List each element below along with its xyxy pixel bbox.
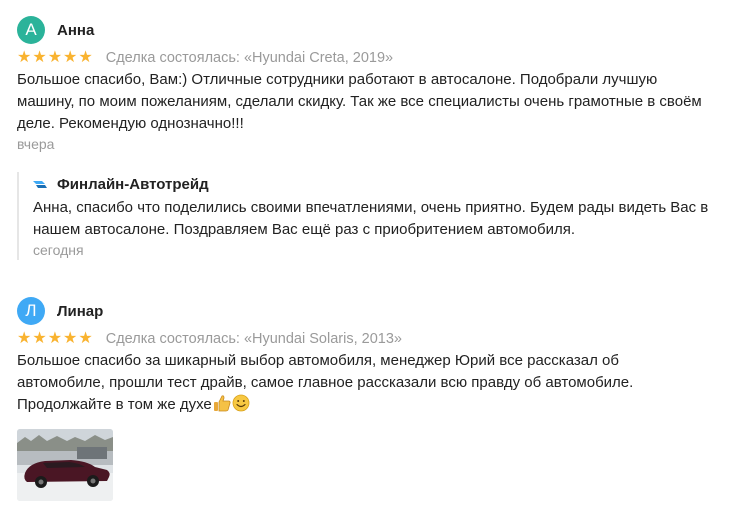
review-header: Л Линар xyxy=(17,297,729,325)
reply-header: Финлайн-Автотрейд xyxy=(33,172,729,196)
review-anna: А Анна ★ ★ ★ ★ ★ Сделка состоялась: «Hyu… xyxy=(17,16,729,152)
reply-date: сегодня xyxy=(33,242,84,258)
car-photo-image xyxy=(17,429,113,501)
star-icon: ★ xyxy=(47,330,63,347)
star-icon: ★ xyxy=(32,49,47,66)
company-reply: Финлайн-Автотрейд Анна, спасибо что поде… xyxy=(17,172,729,260)
review-text: Большое спасибо за шикарный выбор автомо… xyxy=(17,352,634,413)
author-name[interactable]: Линар xyxy=(57,303,103,320)
car-photo[interactable] xyxy=(17,429,113,501)
rating-row: ★ ★ ★ ★ ★ Сделка состоялась: «Hyundai Cr… xyxy=(17,48,729,68)
review-text-container: Большое спасибо за шикарный выбор автомо… xyxy=(17,350,707,416)
avatar: А xyxy=(17,16,45,44)
rating-stars: ★ ★ ★ ★ ★ xyxy=(17,331,93,347)
review-text: Большое спасибо, Вам:) Отличные сотрудни… xyxy=(17,71,702,132)
review-date: вчера xyxy=(17,136,55,152)
avatar: Л xyxy=(17,297,45,325)
star-icon: ★ xyxy=(17,330,32,347)
star-icon: ★ xyxy=(78,49,93,66)
star-icon: ★ xyxy=(32,330,47,347)
author-name[interactable]: Анна xyxy=(57,22,94,39)
company-logo-icon xyxy=(33,181,47,188)
review-linar: Л Линар ★ ★ ★ ★ ★ Сделка состоялась: «Hy… xyxy=(17,297,729,416)
smiling-face-icon xyxy=(232,394,250,412)
company-name[interactable]: Финлайн-Автотрейд xyxy=(57,176,209,193)
star-icon: ★ xyxy=(63,330,78,347)
reply-text: Анна, спасибо что поделились своими впеч… xyxy=(33,199,709,238)
thumbs-up-icon xyxy=(213,395,231,412)
star-icon: ★ xyxy=(63,49,78,66)
rating-row: ★ ★ ★ ★ ★ Сделка состоялась: «Hyundai So… xyxy=(17,329,729,349)
star-icon: ★ xyxy=(78,330,93,347)
rating-stars: ★ ★ ★ ★ ★ xyxy=(17,50,93,66)
star-icon: ★ xyxy=(17,49,32,66)
deal-info: Сделка состоялась: «Hyundai Creta, 2019» xyxy=(105,50,394,66)
deal-info: Сделка состоялась: «Hyundai Solaris, 201… xyxy=(105,331,402,347)
star-icon: ★ xyxy=(47,49,63,66)
review-header: А Анна xyxy=(17,16,729,44)
